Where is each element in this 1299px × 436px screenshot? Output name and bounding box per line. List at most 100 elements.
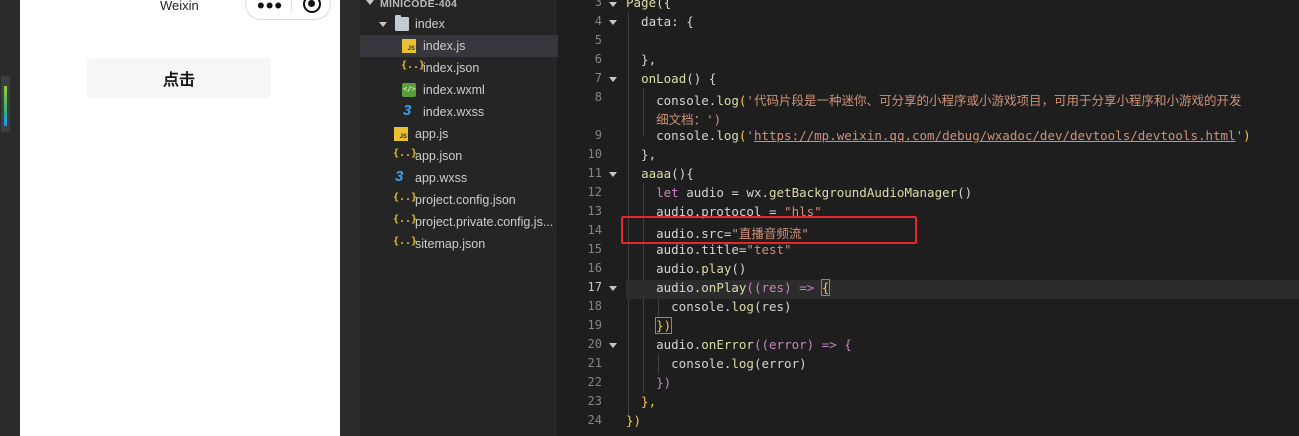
menu-capsule[interactable]: ••• [245,0,331,20]
chevron-down-icon[interactable] [366,0,374,5]
nav-title: Weixin [160,0,199,13]
file-item-index-wxml[interactable]: index.wxml [360,79,558,101]
line-number: 9 [594,128,602,142]
code-token: audio. [626,280,702,295]
code-line: }, [626,52,656,71]
tap-button[interactable]: 点击 [87,58,271,98]
js-file-icon [394,127,408,141]
code-token: getBackgroundAudioManager [769,185,958,200]
line-number: 18 [587,299,602,313]
code-token: aaaa [641,166,672,181]
fold-chevron-icon[interactable] [609,343,617,348]
panel-divider[interactable] [340,0,360,436]
file-label: project.private.config.js... [415,215,554,229]
project-root[interactable]: MINICODE-404 [360,0,558,14]
code-token: (error) [753,356,807,371]
code-line: aaaa(){ [626,166,694,185]
code-token: () [957,185,973,200]
line-number: 23 [587,394,602,408]
wxss-file-icon [394,168,408,185]
more-icon[interactable]: ••• [257,0,283,17]
code-token: log [731,356,754,371]
code-line: let audio = wx.getBackgroundAudioManager… [626,185,972,204]
code-line: Page({ [626,0,671,14]
js-file-icon [402,39,416,53]
bracket-match: { [820,279,831,296]
code-token: onPlay [701,280,747,295]
code-token: (( [753,337,770,352]
code-line-current: audio.onPlay((res) => { [626,279,1299,299]
line-number: 13 [587,204,602,218]
file-label: index.json [423,61,480,75]
line-number: 24 [587,413,602,427]
code-token: console. [626,299,732,314]
red-annotation-box [621,216,917,244]
file-label: app.js [415,127,449,141]
code-token: data: { [626,14,694,29]
code-token: (res) [753,299,792,314]
wxml-file-icon [402,83,416,97]
line-number: 7 [594,71,602,85]
code-line: console.log(res) [626,299,792,318]
line-number: 22 [587,375,602,389]
code-token: (){ [671,166,694,181]
file-item-app-json[interactable]: app.json [360,145,558,167]
file-label: index.wxss [423,105,485,119]
folder-index[interactable]: index [360,13,558,35]
file-item-index-wxss[interactable]: index.wxss [360,101,558,123]
code-token: ) => { [806,337,852,352]
folder-icon [395,15,409,31]
code-line: console.log('https://mp.weixin.qq.com/de… [626,128,1251,147]
line-number: 5 [594,33,602,47]
code-token: audio.title= [626,242,747,257]
capsule-divider [291,0,292,11]
file-item-index-json[interactable]: index.json [360,57,558,79]
line-number: 10 [587,147,602,161]
file-item-project-config[interactable]: project.config.json [360,189,558,211]
code-line: audio.play() [626,261,746,280]
code-token: console. [626,128,717,143]
close-mini-program-icon[interactable] [303,0,321,13]
file-item-project-private-config[interactable]: project.private.config.js... [360,211,558,233]
code-token: log [731,299,754,314]
code-line: }) [626,413,641,432]
line-number: 6 [594,52,602,66]
line-number: 20 [587,337,602,351]
file-item-app-js[interactable]: app.js [360,123,558,145]
file-label: index.js [423,39,466,53]
code-token: ) => [784,280,822,295]
fold-chevron-icon[interactable] [609,20,617,25]
code-token: audio = wx. [678,185,769,200]
code-token: let [656,185,679,200]
code-token: onError [701,337,754,352]
file-label: sitemap.json [415,237,486,251]
simulator-panel: Weixin ••• 点击 [20,0,340,436]
code-token: console. [626,93,717,108]
fold-chevron-icon[interactable] [609,172,617,177]
volume-meter [1,76,10,132]
code-line: console.log(error) [626,356,807,375]
file-label: project.config.json [415,193,516,207]
code-token: "test" [746,242,792,257]
code-token: log [716,128,739,143]
line-number: 3 [594,0,602,9]
url-link[interactable]: https://mp.weixin.qq.com/debug/wxadoc/de… [754,128,1236,143]
json-file-icon [393,214,417,229]
file-item-index-js[interactable]: index.js [360,35,558,57]
code-line: }, [626,147,656,166]
code-token: (( [746,280,762,295]
file-item-sitemap[interactable]: sitemap.json [360,233,558,255]
line-number: 19 [587,318,602,332]
code-token: }) [626,375,672,390]
chevron-down-icon[interactable] [379,22,387,27]
fold-chevron-icon[interactable] [609,2,617,7]
code-line: onLoad() { [626,71,716,90]
fold-chevron-icon[interactable] [609,77,617,82]
line-number: 16 [587,261,602,275]
file-item-app-wxss[interactable]: app.wxss [360,167,558,189]
code-line: }) [626,375,671,394]
code-line: }, [626,394,656,413]
line-number-gutter: 3 4 5 6 7 8 9 10 11 12 13 14 15 16 17 18… [558,0,626,436]
fold-chevron-icon[interactable] [609,286,617,291]
project-name: MINICODE-404 [380,0,458,10]
